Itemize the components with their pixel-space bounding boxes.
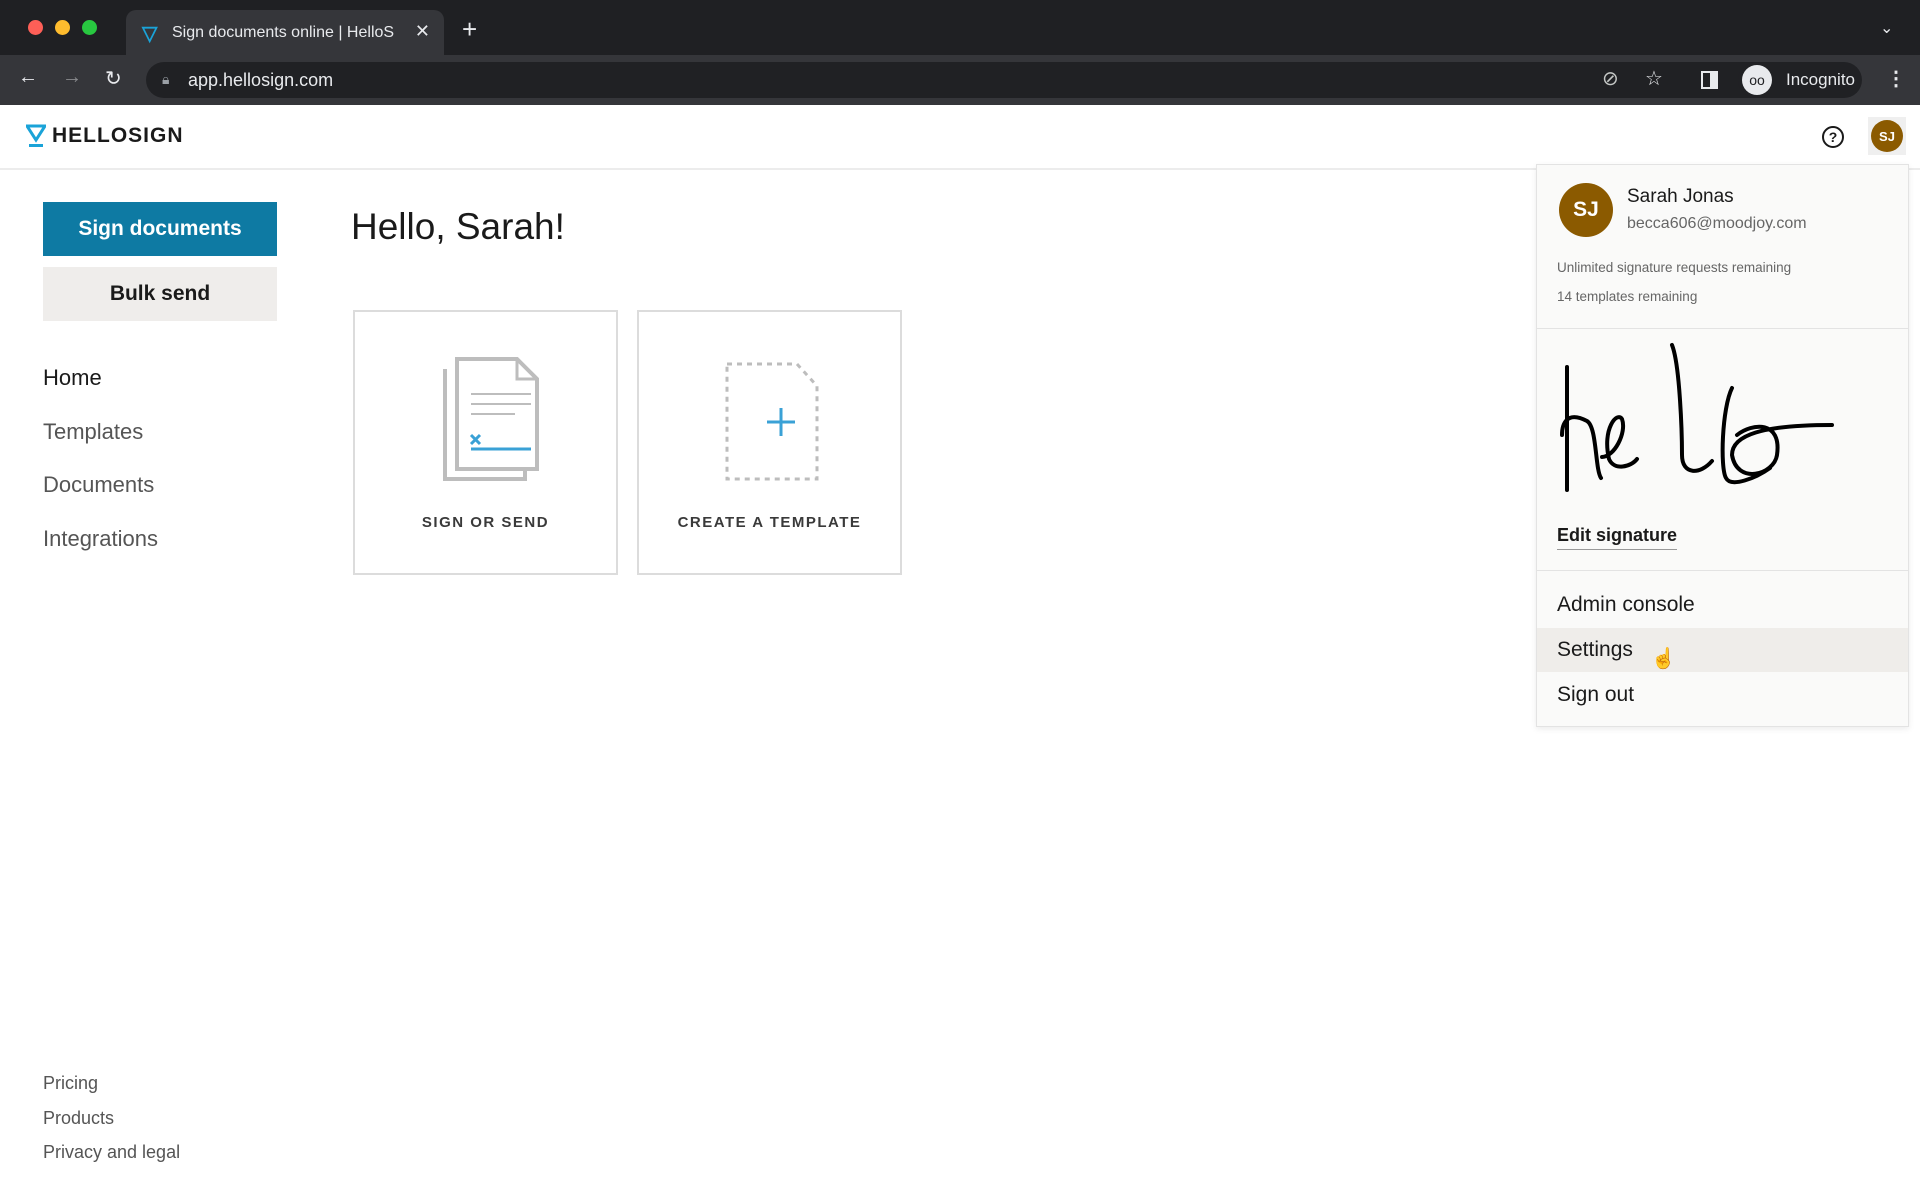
nav-integrations[interactable]: Integrations	[43, 526, 158, 552]
footer-products-link[interactable]: Products	[43, 1108, 114, 1129]
page-title: Hello, Sarah!	[351, 206, 565, 247]
hellosign-favicon-icon: ▽	[142, 23, 158, 45]
account-dropdown: SJ Sarah Jonas becca606@moodjoy.com Unli…	[1536, 164, 1909, 727]
incognito-icon: oo	[1742, 65, 1772, 95]
document-sign-icon	[443, 357, 539, 481]
maximize-window-button[interactable]	[82, 20, 97, 35]
tab-search-chevron-icon[interactable]: ⌄	[1880, 18, 1893, 38]
sign-or-send-card[interactable]: SIGN OR SEND	[353, 310, 618, 575]
avatar: SJ	[1871, 120, 1903, 152]
footer-privacy-link[interactable]: Privacy and legal	[43, 1142, 180, 1163]
dropdown-avatar: SJ	[1559, 183, 1613, 237]
hellosign-logo[interactable]: HELLOSIGN	[26, 124, 184, 148]
app-header	[0, 105, 1920, 170]
signature-quota: Unlimited signature requests remaining	[1557, 260, 1792, 275]
pointer-cursor-icon: ☝	[1651, 648, 1676, 670]
user-name: Sarah Jonas	[1627, 186, 1734, 207]
add-template-icon	[725, 362, 819, 481]
browser-menu-icon[interactable]: ⋮	[1886, 66, 1906, 91]
lock-icon: 🔒︎	[162, 71, 170, 87]
browser-tab[interactable]: ▽ Sign documents online | HelloS ✕	[126, 10, 444, 55]
back-icon[interactable]: ←	[18, 66, 38, 89]
forward-icon[interactable]: →	[62, 66, 82, 89]
side-panel-icon[interactable]	[1701, 71, 1718, 89]
divider	[1537, 328, 1908, 329]
incognito-label: Incognito	[1786, 70, 1855, 89]
url-text: app.hellosign.com	[188, 69, 334, 90]
tab-title: Sign documents online | HelloS	[172, 23, 395, 41]
hellosign-logo-icon	[26, 124, 46, 147]
signature-image	[1560, 343, 1834, 492]
logo-text: HELLOSIGN	[52, 124, 184, 147]
divider	[1537, 570, 1908, 571]
bookmark-star-icon[interactable]: ☆	[1645, 66, 1663, 91]
help-icon[interactable]: ?	[1822, 126, 1844, 148]
template-quota: 14 templates remaining	[1557, 289, 1698, 304]
nav-home[interactable]: Home	[43, 365, 102, 391]
edit-signature-link[interactable]: Edit signature	[1557, 525, 1678, 550]
new-tab-button[interactable]: +	[462, 14, 477, 45]
tracking-eye-off-icon[interactable]: ⊘	[1602, 66, 1619, 91]
close-tab-icon[interactable]: ✕	[415, 21, 430, 42]
sign-documents-button[interactable]: Sign documents	[43, 202, 277, 256]
address-bar[interactable]: 🔒︎ app.hellosign.com	[146, 62, 1806, 98]
menu-settings[interactable]: Settings	[1557, 638, 1633, 662]
close-window-button[interactable]	[28, 20, 43, 35]
incognito-profile-button[interactable]: oo Incognito	[1738, 62, 1862, 98]
footer-pricing-link[interactable]: Pricing	[43, 1073, 98, 1094]
card-label: SIGN OR SEND	[421, 514, 550, 531]
reload-icon[interactable]: ↻	[105, 66, 122, 91]
card-label: CREATE A TEMPLATE	[677, 514, 862, 531]
menu-admin-console[interactable]: Admin console	[1557, 593, 1695, 617]
minimize-window-button[interactable]	[55, 20, 70, 35]
nav-templates[interactable]: Templates	[43, 419, 143, 445]
bulk-send-button[interactable]: Bulk send	[43, 267, 277, 321]
user-email: becca606@moodjoy.com	[1627, 215, 1807, 232]
create-template-card[interactable]: CREATE A TEMPLATE	[637, 310, 902, 575]
avatar-button[interactable]: SJ	[1868, 117, 1906, 155]
menu-sign-out[interactable]: Sign out	[1557, 683, 1634, 707]
nav-documents[interactable]: Documents	[43, 472, 154, 498]
